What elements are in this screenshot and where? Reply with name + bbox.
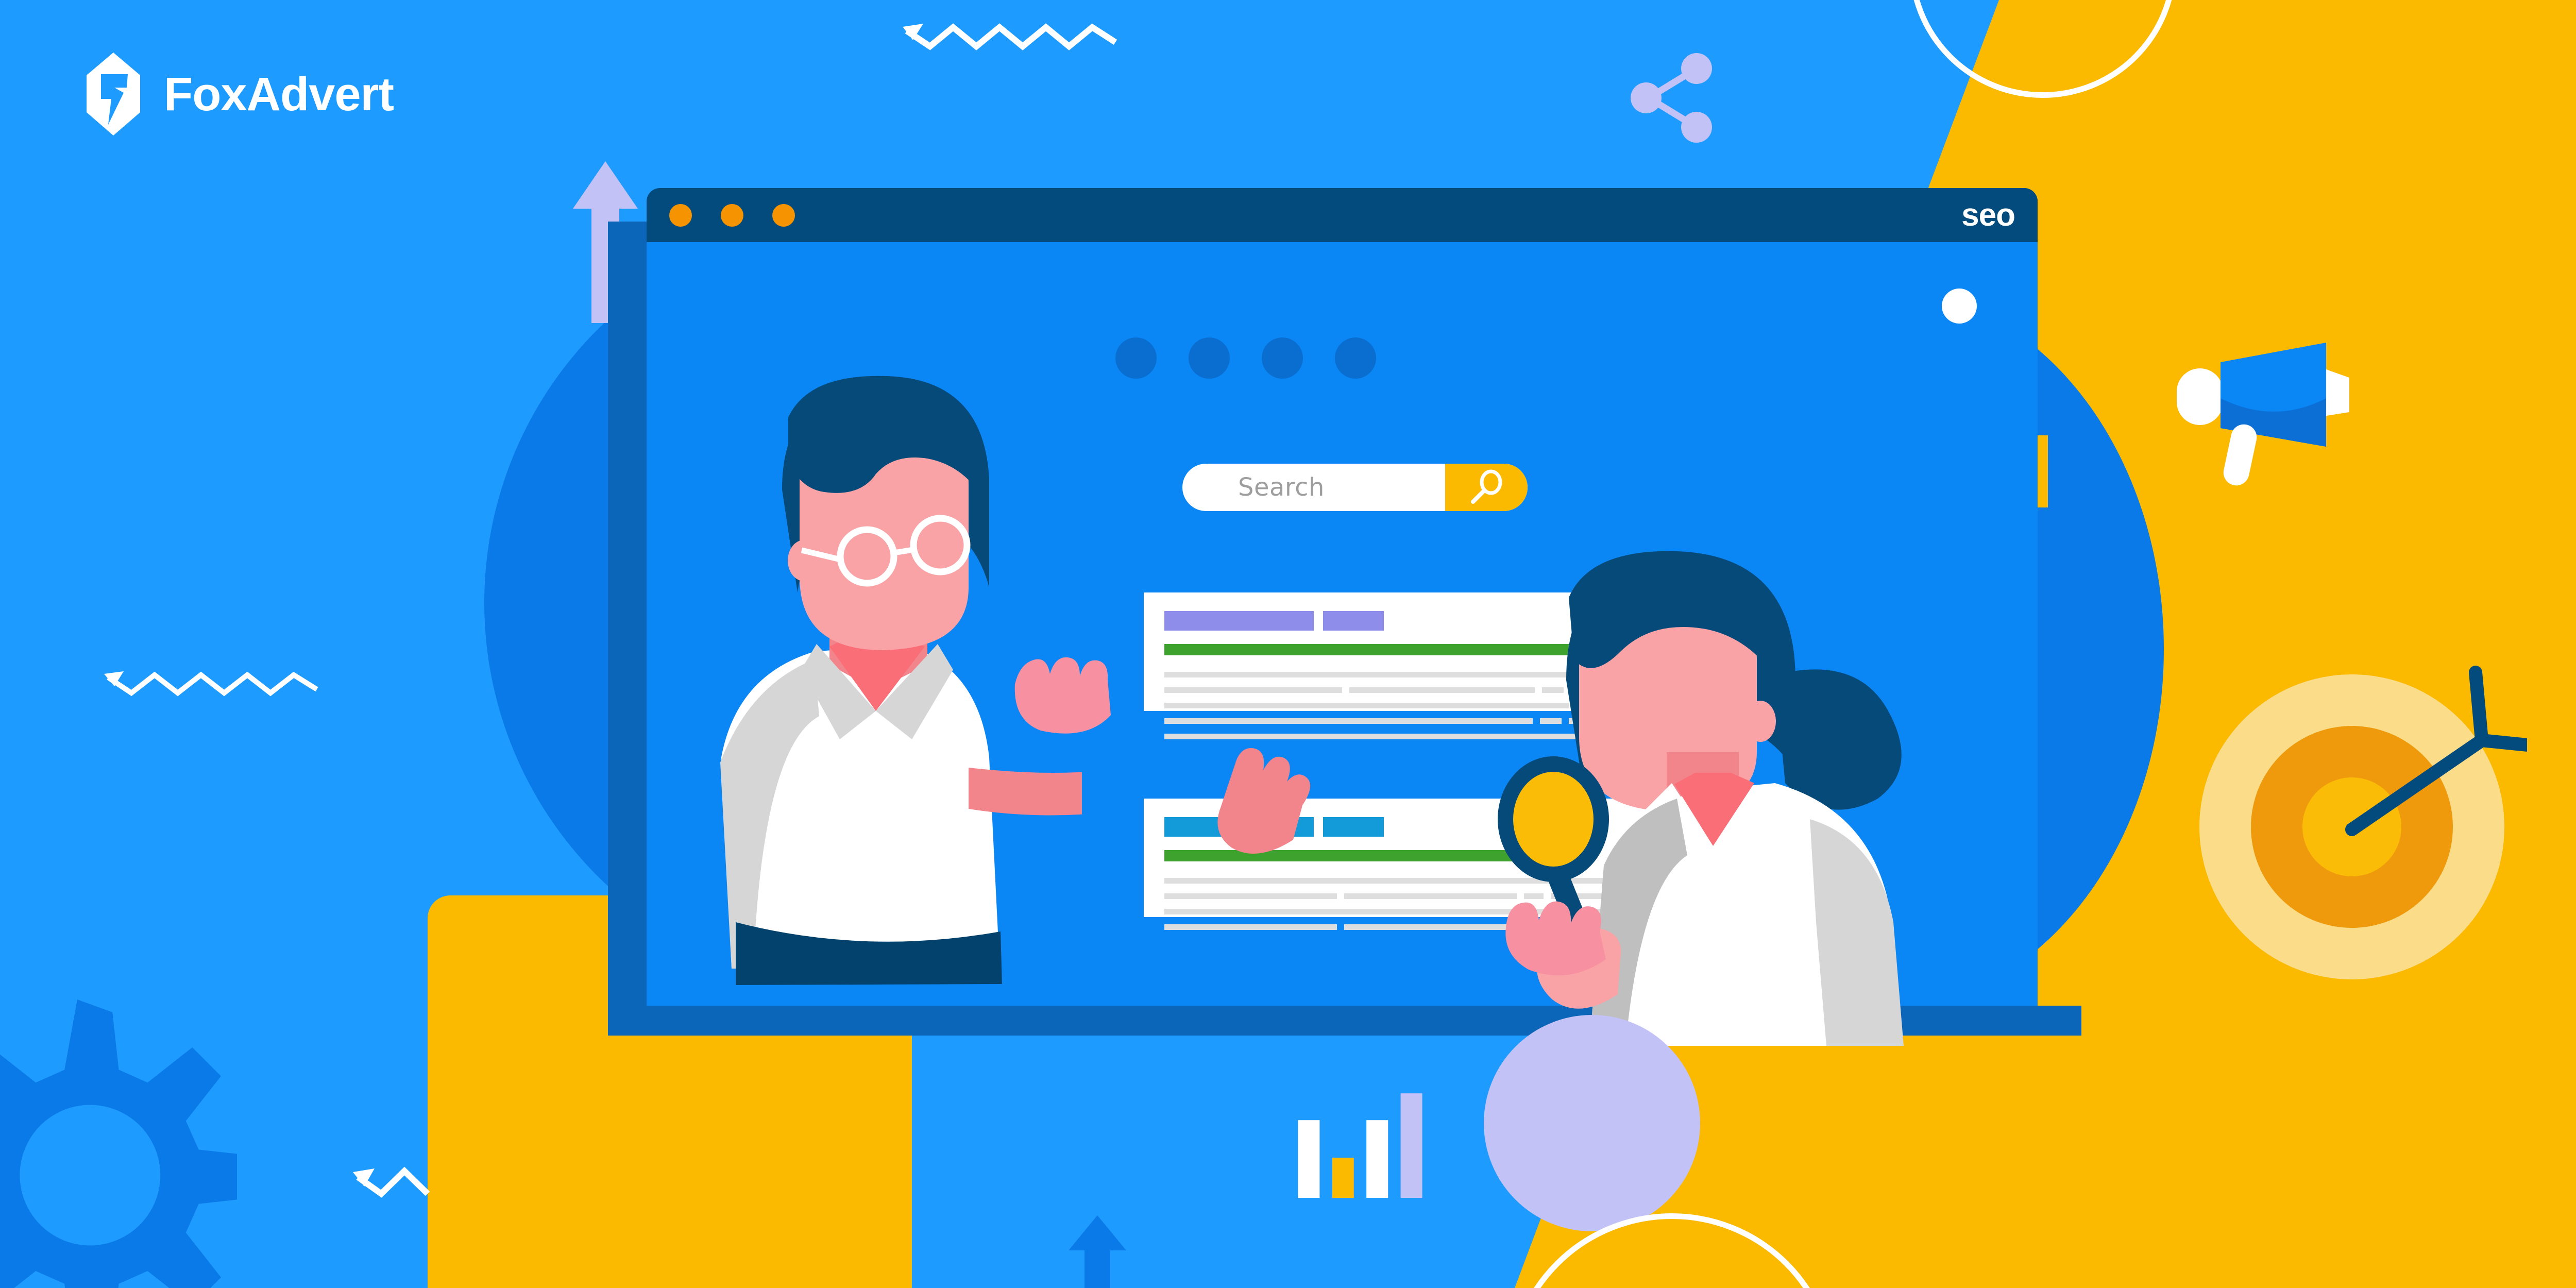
nav-placeholder-4[interactable]	[1335, 337, 1376, 379]
browser-titlebar: seo	[647, 188, 2038, 242]
search-bar[interactable]: Search	[1182, 464, 1528, 511]
bar-1	[1298, 1120, 1320, 1198]
magnifier-icon	[1471, 469, 1502, 504]
foxadvert-shield-bolt-icon	[87, 53, 140, 135]
window-close-dot[interactable]	[669, 204, 692, 227]
zigzag-arrow-left-bottom-icon	[353, 1166, 430, 1198]
nav-placeholder-2[interactable]	[1189, 337, 1230, 379]
nav-placeholder-group	[1115, 337, 1376, 379]
gear-icon	[0, 999, 237, 1288]
share-nodes-icon	[1631, 53, 1712, 143]
page-indicator-dot	[1942, 289, 1977, 324]
bar-4	[1400, 1093, 1422, 1198]
browser-title-seo: seo	[1961, 197, 2015, 233]
banner-canvas: seo Search FoxAdvert	[0, 0, 2576, 1288]
nav-placeholder-3[interactable]	[1262, 337, 1303, 379]
hand-man-upper	[1014, 657, 1111, 734]
hand-woman	[1505, 901, 1606, 976]
zigzag-arrow-left-mid-icon	[104, 671, 318, 697]
brand-name: FoxAdvert	[164, 67, 394, 121]
bar-2	[1332, 1158, 1354, 1198]
traffic-light-group	[669, 204, 795, 227]
window-minimize-dot[interactable]	[721, 204, 743, 227]
browser-left-rail	[608, 222, 648, 1036]
zigzag-arrow-left-top-icon	[903, 23, 1117, 50]
hand-man-lower	[1217, 748, 1311, 854]
brand-logo[interactable]: FoxAdvert	[82, 52, 394, 137]
result-title-secondary	[1323, 611, 1384, 631]
bar-3	[1366, 1120, 1388, 1198]
decor-lavender-circle	[1484, 1015, 1700, 1231]
result-title-secondary	[1323, 817, 1384, 837]
arrow-up-icon	[1069, 1215, 1126, 1288]
search-submit-button[interactable]	[1445, 464, 1528, 511]
megaphone-icon	[2177, 343, 2349, 486]
search-input[interactable]: Search	[1182, 473, 1445, 502]
target-dart-icon	[2199, 666, 2527, 979]
bar-chart-icon	[1298, 1093, 1422, 1198]
result-title-primary	[1164, 611, 1314, 631]
window-maximize-dot[interactable]	[772, 204, 795, 227]
nav-placeholder-1[interactable]	[1115, 337, 1157, 379]
